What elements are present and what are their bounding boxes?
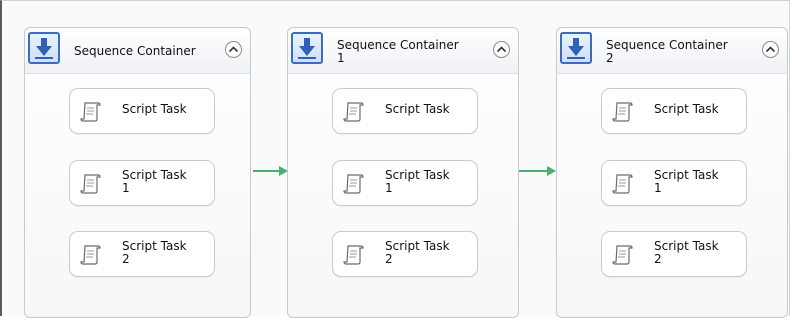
collapse-chevron-icon[interactable] xyxy=(493,41,510,58)
precedence-constraint-arrow[interactable] xyxy=(253,165,289,177)
script-task-icon xyxy=(80,245,101,265)
collapse-chevron-icon[interactable] xyxy=(762,41,779,58)
script-task[interactable]: Script Task 2 xyxy=(69,231,215,277)
container-title: Sequence Container xyxy=(74,44,196,58)
script-task[interactable]: Script Task xyxy=(332,88,478,134)
container-header[interactable]: Sequence Container 2 xyxy=(557,28,787,74)
script-task-icon xyxy=(343,174,364,194)
sequence-container-icon xyxy=(560,32,592,64)
task-label: Script Task 2 xyxy=(654,239,719,266)
sequence-container-icon xyxy=(291,32,323,64)
container-title: Sequence Container 2 xyxy=(606,38,728,65)
task-label: Script Task xyxy=(654,102,719,116)
script-task[interactable]: Script Task xyxy=(69,88,215,134)
script-task[interactable]: Script Task 1 xyxy=(332,160,478,206)
script-task-icon xyxy=(612,174,633,194)
task-label: Script Task 1 xyxy=(122,168,187,195)
script-task-icon xyxy=(80,174,101,194)
container-header[interactable]: Sequence Container 1 xyxy=(288,28,518,74)
container-header[interactable]: Sequence Container xyxy=(25,28,250,74)
task-label: Script Task xyxy=(122,102,187,116)
script-task-icon xyxy=(80,102,101,122)
container-title: Sequence Container 1 xyxy=(337,38,459,65)
sequence-container-icon xyxy=(28,32,60,64)
task-label: Script Task 2 xyxy=(385,239,450,266)
sequence-container[interactable]: Sequence Container Script Task Script Ta… xyxy=(24,27,251,318)
script-task-icon xyxy=(612,245,633,265)
task-label: Script Task xyxy=(385,102,450,116)
task-label: Script Task 1 xyxy=(385,168,450,195)
script-task[interactable]: Script Task xyxy=(601,88,747,134)
script-task-icon xyxy=(343,245,364,265)
design-surface[interactable]: Sequence Container Script Task Script Ta… xyxy=(0,0,790,318)
script-task[interactable]: Script Task 2 xyxy=(332,231,478,277)
task-label: Script Task 2 xyxy=(122,239,187,266)
script-task[interactable]: Script Task 1 xyxy=(69,160,215,206)
task-label: Script Task 1 xyxy=(654,168,719,195)
script-task[interactable]: Script Task 2 xyxy=(601,231,747,277)
collapse-chevron-icon[interactable] xyxy=(225,41,242,58)
script-task-icon xyxy=(343,102,364,122)
sequence-container-1[interactable]: Sequence Container 1 Script Task Script … xyxy=(287,27,519,318)
precedence-constraint-arrow[interactable] xyxy=(519,165,557,177)
script-task[interactable]: Script Task 1 xyxy=(601,160,747,206)
script-task-icon xyxy=(612,102,633,122)
sequence-container-2[interactable]: Sequence Container 2 Script Task Script … xyxy=(556,27,788,318)
